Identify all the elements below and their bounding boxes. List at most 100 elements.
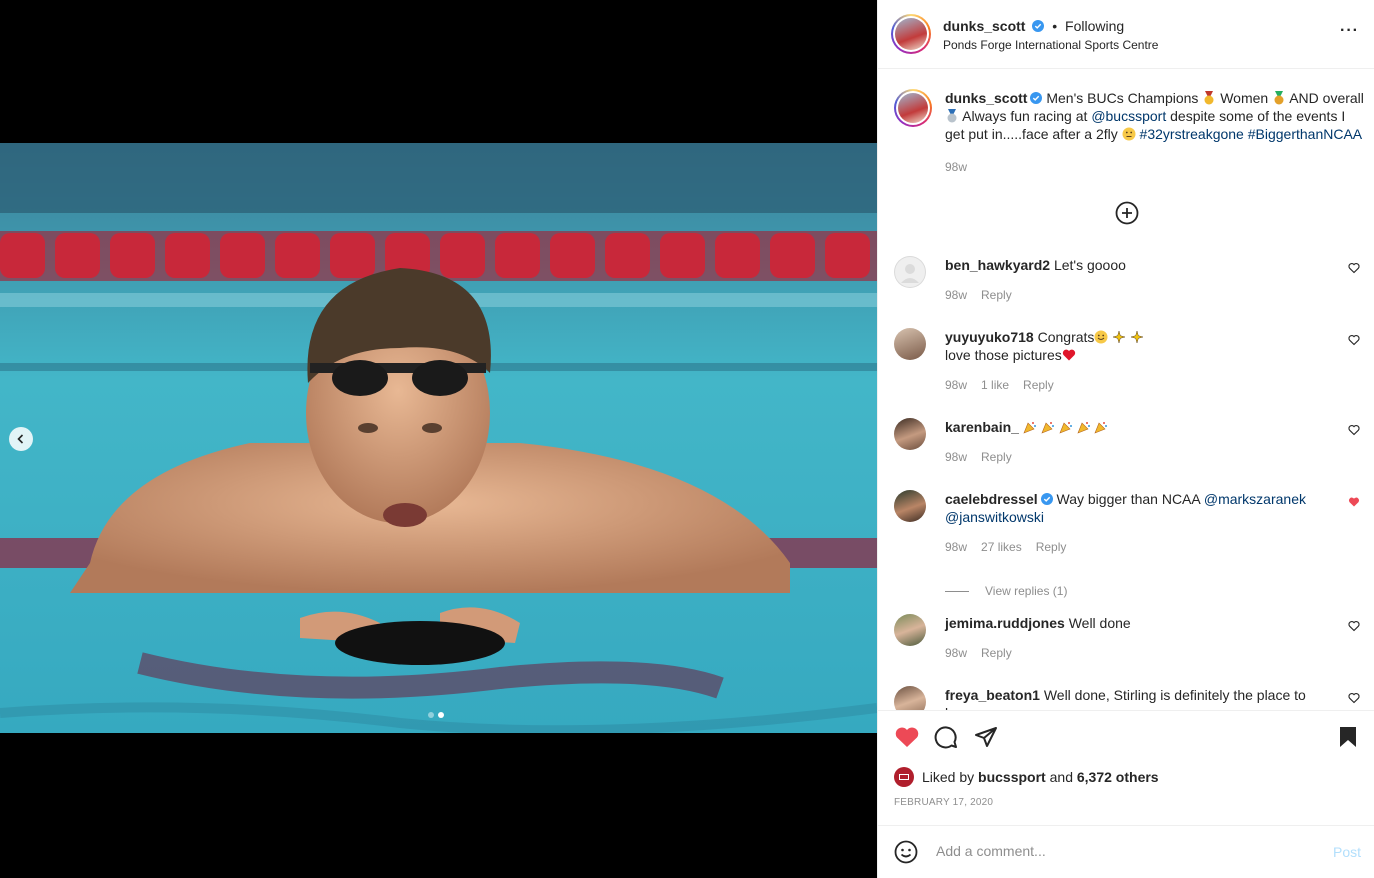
gold-medal-icon bbox=[1274, 91, 1284, 105]
commenter-avatar[interactable] bbox=[894, 418, 926, 450]
author-username[interactable]: dunks_scott bbox=[943, 18, 1025, 34]
reply-button[interactable]: Reply bbox=[981, 646, 1012, 660]
verified-badge-icon bbox=[1030, 92, 1043, 104]
comment-body: jemima.ruddjones Well done 98w Reply bbox=[945, 614, 1325, 662]
reply-button[interactable]: Reply bbox=[1036, 540, 1067, 554]
caption-author-username[interactable]: dunks_scott bbox=[945, 90, 1027, 106]
caption-author-avatar[interactable] bbox=[894, 89, 932, 127]
comment-likes-count[interactable]: 27 likes bbox=[981, 540, 1022, 554]
liked-by-username[interactable]: bucssport bbox=[978, 769, 1046, 785]
comment-like-heart-icon[interactable] bbox=[1348, 424, 1360, 436]
post-photo[interactable] bbox=[0, 143, 877, 733]
like-heart-icon[interactable] bbox=[894, 725, 920, 749]
comment-body: yuyuyuko718 Congrats love those pictures… bbox=[945, 328, 1325, 394]
carousel-prev-button[interactable] bbox=[9, 427, 33, 451]
caption-segment: Women bbox=[1220, 90, 1269, 106]
commenter-avatar[interactable] bbox=[894, 686, 926, 710]
comment-timestamp[interactable]: 98w bbox=[945, 646, 967, 660]
sparkles-emoji-icon bbox=[1112, 330, 1127, 344]
verified-badge-icon bbox=[1040, 493, 1053, 505]
location-link[interactable]: Ponds Forge International Sports Centre bbox=[943, 38, 1158, 52]
comment-body: freya_beaton1 Well done, Stirling is def… bbox=[945, 686, 1325, 710]
commenter-username[interactable]: karenbain_ bbox=[945, 419, 1019, 435]
comment-text: Well done bbox=[1068, 615, 1131, 631]
comment-body: caelebdressel Way bigger than NCAA @mark… bbox=[945, 490, 1325, 600]
liked-by-line: Liked by bucssport and 6,372 others bbox=[894, 767, 1159, 787]
media-viewer bbox=[0, 0, 877, 878]
comment-item: ben_hawkyard2 Let's goooo 98w Reply bbox=[894, 256, 1364, 316]
comment-like-heart-icon[interactable] bbox=[1348, 692, 1360, 704]
commenter-avatar[interactable] bbox=[894, 256, 926, 288]
reply-button[interactable]: Reply bbox=[981, 450, 1012, 464]
comment-text: love those pictures bbox=[945, 347, 1062, 363]
commenter-username[interactable]: caelebdressel bbox=[945, 491, 1038, 507]
carousel-indicator bbox=[428, 712, 444, 718]
emoji-picker-icon[interactable] bbox=[894, 840, 918, 864]
neutral-face-emoji-icon bbox=[1122, 127, 1136, 141]
caption-segment: Men's BUCs Champions bbox=[1046, 90, 1199, 106]
red-heart-emoji-icon bbox=[1062, 349, 1075, 361]
mention-link[interactable]: @bucssport bbox=[1091, 108, 1166, 124]
commenter-avatar[interactable] bbox=[894, 614, 926, 646]
mention-link[interactable]: @janswitkowski bbox=[945, 509, 1044, 525]
commenter-username[interactable]: yuyuyuko718 bbox=[945, 329, 1034, 345]
caption-timestamp[interactable]: 98w bbox=[945, 160, 967, 174]
view-replies-label[interactable]: View replies (1) bbox=[985, 582, 1067, 600]
comment-like-heart-icon[interactable] bbox=[1348, 334, 1360, 346]
comments-scroll-area[interactable]: dunks_scott Men's BUCs Champions Women A… bbox=[878, 69, 1374, 710]
reply-button[interactable]: Reply bbox=[1023, 378, 1054, 392]
comment-item: karenbain_ 98w Reply bbox=[894, 418, 1364, 478]
comment-body: ben_hawkyard2 Let's goooo 98w Reply bbox=[945, 256, 1325, 304]
caption-segment: AND overall bbox=[1289, 90, 1364, 106]
comment-like-heart-icon[interactable] bbox=[1348, 620, 1360, 632]
caption: dunks_scott Men's BUCs Champions Women A… bbox=[894, 89, 1364, 199]
party-popper-icon bbox=[1094, 422, 1108, 434]
post-date[interactable]: FEBRUARY 17, 2020 bbox=[894, 797, 993, 808]
plus-circle-icon bbox=[1115, 201, 1139, 225]
liked-by-prefix: Liked by bbox=[922, 769, 975, 785]
reply-divider bbox=[945, 590, 969, 592]
comment-liked-heart-icon[interactable] bbox=[1348, 496, 1360, 508]
more-options-icon[interactable]: ··· bbox=[1340, 22, 1359, 40]
commenter-username[interactable]: freya_beaton1 bbox=[945, 687, 1040, 703]
comment-timestamp[interactable]: 98w bbox=[945, 288, 967, 302]
post-actions: Liked by bucssport and 6,372 others FEBR… bbox=[878, 710, 1374, 825]
smile-emoji-icon bbox=[1094, 330, 1108, 344]
comment-input[interactable] bbox=[934, 842, 1318, 860]
load-more-comments-button[interactable] bbox=[1115, 201, 1139, 225]
comment-bubble-icon[interactable] bbox=[934, 725, 958, 749]
comment-text: Let's goooo bbox=[1053, 257, 1126, 273]
reply-button[interactable]: Reply bbox=[981, 288, 1012, 302]
party-popper-icon bbox=[1023, 422, 1036, 434]
swimmer-image bbox=[0, 143, 877, 733]
hashtag-links[interactable]: #32yrstreakgone #BiggerthanNCAA bbox=[1140, 126, 1363, 142]
comment-timestamp[interactable]: 98w bbox=[945, 450, 967, 464]
verified-badge-icon bbox=[1032, 20, 1045, 32]
mention-link[interactable]: @markszaranek bbox=[1204, 491, 1306, 507]
author-avatar[interactable] bbox=[891, 14, 931, 54]
share-paper-plane-icon[interactable] bbox=[974, 725, 998, 749]
gold-medal-icon bbox=[1204, 91, 1214, 105]
view-replies-button[interactable]: View replies (1) bbox=[945, 582, 1325, 600]
party-popper-emojis bbox=[1023, 419, 1109, 435]
comment-timestamp[interactable]: 98w bbox=[945, 378, 967, 392]
chevron-left-icon bbox=[17, 434, 24, 444]
party-popper-icon bbox=[1076, 422, 1090, 434]
liked-by-and: and bbox=[1049, 769, 1073, 785]
comment-likes-count[interactable]: 1 like bbox=[981, 378, 1009, 392]
carousel-dot-active bbox=[438, 712, 444, 718]
commenter-avatar[interactable] bbox=[894, 328, 926, 360]
save-bookmark-icon[interactable] bbox=[1337, 725, 1359, 749]
comment-item: jemima.ruddjones Well done 98w Reply bbox=[894, 614, 1364, 674]
commenter-username[interactable]: jemima.ruddjones bbox=[945, 615, 1065, 631]
follow-separator: • bbox=[1052, 18, 1058, 34]
liked-by-avatar[interactable] bbox=[894, 767, 914, 787]
comment-timestamp[interactable]: 98w bbox=[945, 540, 967, 554]
commenter-username[interactable]: ben_hawkyard2 bbox=[945, 257, 1050, 273]
comment-like-heart-icon[interactable] bbox=[1348, 262, 1360, 274]
comment-item: caelebdressel Way bigger than NCAA @mark… bbox=[894, 490, 1364, 600]
post-comment-button[interactable]: Post bbox=[1333, 844, 1361, 860]
commenter-avatar[interactable] bbox=[894, 490, 926, 522]
following-button[interactable]: Following bbox=[1065, 18, 1124, 34]
likes-count[interactable]: 6,372 others bbox=[1077, 769, 1159, 785]
